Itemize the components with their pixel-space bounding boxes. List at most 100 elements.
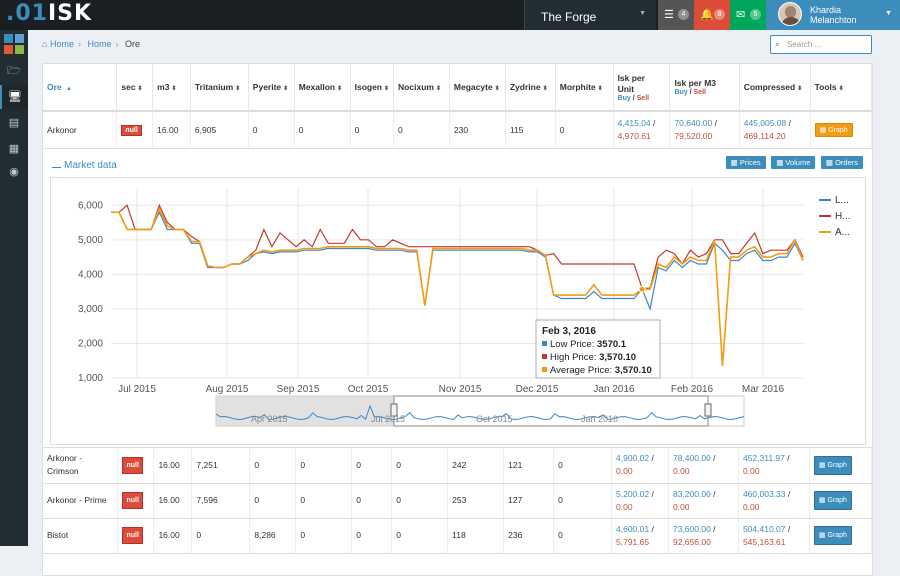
navigator-mask — [216, 396, 394, 426]
folder-icon[interactable]: 🗁 — [0, 59, 28, 83]
zydrine-cell: 121 — [503, 448, 555, 484]
breadcrumb-home-2[interactable]: Home — [87, 39, 111, 49]
y-tick-label: 3,000 — [78, 304, 103, 315]
tools-cell: ▦ Graph — [810, 111, 873, 149]
home-icon: ⌂ — [42, 39, 48, 49]
col-isk-per-unit[interactable]: Isk per Unit Buy / Sell — [613, 64, 671, 112]
ore-table: Ore ▲ sec ⬍ m3 ⬍ Tritanium ⬍ Pyerite ⬍ Mexal… — [43, 64, 873, 149]
region-selector[interactable]: The Forge ▼ — [524, 0, 656, 30]
sec-cell: null — [117, 518, 155, 554]
compressed-cell: 452,311.97 / 0.00 — [738, 448, 810, 484]
price-chart[interactable]: 6,000 5,000 4,000 3,000 2,000 1,000 Jul 2015 Au… — [50, 177, 866, 445]
list-icon[interactable]: ▤ — [0, 111, 28, 135]
col-morphite[interactable]: Morphite ⬍ — [555, 64, 614, 112]
prices-button[interactable]: ▦ Prices — [725, 156, 766, 169]
col-megacyte[interactable]: Megacyte ⬍ — [449, 64, 506, 112]
table-row: Arkonor - Prime null 16.00 7,596 0 0 0 0 253 127 0… — [43, 483, 873, 519]
tooltip-value: 3,570.10 — [599, 352, 636, 363]
morphite-cell: 0 — [553, 518, 613, 554]
user-name: Khardia Melanchton — [810, 5, 857, 25]
sec-cell: null — [117, 448, 155, 484]
tooltip-label: Low Price: 3570.1 — [550, 339, 627, 350]
sec-cell: null — [117, 483, 155, 519]
calendar-icon[interactable]: ▦ — [0, 137, 28, 161]
tooltip-swatch — [542, 341, 547, 346]
app-grid-icon[interactable] — [4, 34, 24, 54]
nocixum-cell: 0 — [391, 483, 449, 519]
isk-per-m3-cell: 83,200.00 / 0.00 — [668, 483, 739, 519]
col-isk-per-m3[interactable]: Isk per M3 Buy / Sell — [669, 64, 740, 112]
col-pyerite[interactable]: Pyerite ⬍ — [248, 64, 295, 112]
m3-cell: 16.00 — [153, 448, 193, 484]
mexallon-cell: 0 — [295, 518, 353, 554]
m3-cell: 16.00 — [153, 518, 193, 554]
graph-button[interactable]: ▦ Graph — [813, 455, 852, 475]
col-ore[interactable]: Ore ▲ — [43, 64, 118, 112]
ore-panel: Ore ▲ sec ⬍ m3 ⬍ Tritanium ⬍ Pyerite ⬍ Mexal… — [42, 63, 873, 576]
col-sec[interactable]: sec ⬍ — [116, 64, 154, 112]
mexallon-cell: 0 — [295, 483, 353, 519]
col-isogen[interactable]: Isogen ⬍ — [350, 64, 395, 112]
caret-down-icon: ▼ — [639, 10, 646, 17]
y-tick-label: 5,000 — [78, 235, 103, 246]
nocixum-cell: 0 — [391, 448, 449, 484]
tritanium-cell: 7,596 — [191, 483, 251, 519]
monitor-icon[interactable]: 🖥 — [0, 85, 28, 109]
sidebar: 🗁 🖥 ▤ ▦ ◉ — [0, 30, 28, 546]
search-input[interactable]: ⌕ Search ... — [770, 35, 872, 54]
graph-button[interactable]: ▦ Graph — [813, 491, 852, 510]
graph-button[interactable]: ▦ Graph — [814, 122, 853, 137]
graph-button[interactable]: ▦ Graph — [813, 526, 852, 545]
notifications-button[interactable]: 🔔 8 — [694, 0, 730, 30]
navigator-handle-right — [704, 403, 712, 417]
user-menu[interactable]: Khardia Melanchton ▼ — [766, 0, 900, 30]
volume-button[interactable]: ▦ Volume — [771, 156, 816, 169]
notifications-count: 8 — [714, 9, 725, 20]
sec-badge: null — [122, 527, 143, 544]
tasks-count: 4 — [678, 9, 689, 20]
tooltip-label: High Price: 3,570.10 — [550, 352, 636, 363]
zydrine-cell: 236 — [503, 518, 555, 554]
breadcrumb-home[interactable]: Home — [50, 39, 74, 49]
messages-button[interactable]: ✉ 5 — [730, 0, 766, 30]
ore-table-rows-continued: Arkonor - Crimson null 16.00 7,251 0 0 0 0 242 12… — [43, 448, 873, 554]
col-nocixum[interactable]: Nocixum ⬍ — [393, 64, 450, 112]
col-zydrine[interactable]: Zydrine ⬍ — [505, 64, 556, 112]
compressed-cell: 445,005.08 / 469,114.20 — [739, 111, 811, 149]
ore-name: Arkonor - Prime — [43, 483, 119, 519]
top-bar: .01ISK The Forge ▼ ☰ 4 🔔 8 ✉ 5 Khardia Melanc… — [0, 0, 900, 30]
sec-cell: null — [116, 111, 154, 149]
price-chart-svg: 6,000 5,000 4,000 3,000 2,000 1,000 Jul 2015 Au… — [78, 188, 851, 427]
morphite-cell: 0 — [553, 448, 613, 484]
region-name: The Forge — [541, 10, 597, 24]
tools-cell: ▦ Graph — [809, 483, 873, 519]
megacyte-cell: 242 — [447, 448, 505, 484]
orders-button[interactable]: ▦ Orders — [820, 156, 863, 169]
x-tick-label: Jan 2016 — [593, 384, 635, 395]
legend-item: A... — [835, 227, 850, 238]
chart-icon: ▦ — [818, 532, 826, 539]
circle-icon[interactable]: ◉ — [0, 160, 28, 184]
navigator-label: Oct 2015 — [476, 414, 513, 424]
main-content: ⌂ Home › Home › Ore ⌕ Search ... Ore ▲ sec ⬍… — [28, 30, 900, 576]
isogen-cell: 0 — [351, 518, 393, 554]
logo[interactable]: .01ISK — [6, 1, 92, 26]
col-m3[interactable]: m3 ⬍ — [152, 64, 191, 112]
chart-icon: ▦ — [818, 497, 826, 504]
navigator-label: Jan 2016 — [581, 414, 618, 424]
legend-item: H... — [835, 211, 851, 222]
col-tritanium[interactable]: Tritanium ⬍ — [190, 64, 249, 112]
ore-name: Arkonor - Crimson — [43, 448, 119, 484]
col-compressed[interactable]: Compressed ⬍ — [739, 64, 811, 112]
bar-chart-icon — [52, 160, 61, 168]
search-icon: ⌕ — [775, 39, 781, 49]
avatar — [778, 2, 802, 26]
col-tools[interactable]: Tools ⬍ — [810, 64, 873, 112]
tasks-button[interactable]: ☰ 4 — [658, 0, 694, 30]
table-row: Bistot null 16.00 0 8,286 0 0 0 118 236 0 4,600.01 … — [43, 518, 873, 554]
isogen-cell: 0 — [351, 483, 393, 519]
compressed-cell: 460,003.33 / 0.00 — [738, 483, 810, 519]
isk-per-m3-cell: 70,640.00 / 79,520.00 — [669, 111, 740, 149]
col-mexallon[interactable]: Mexallon ⬍ — [294, 64, 351, 112]
series-line-average — [111, 206, 804, 366]
